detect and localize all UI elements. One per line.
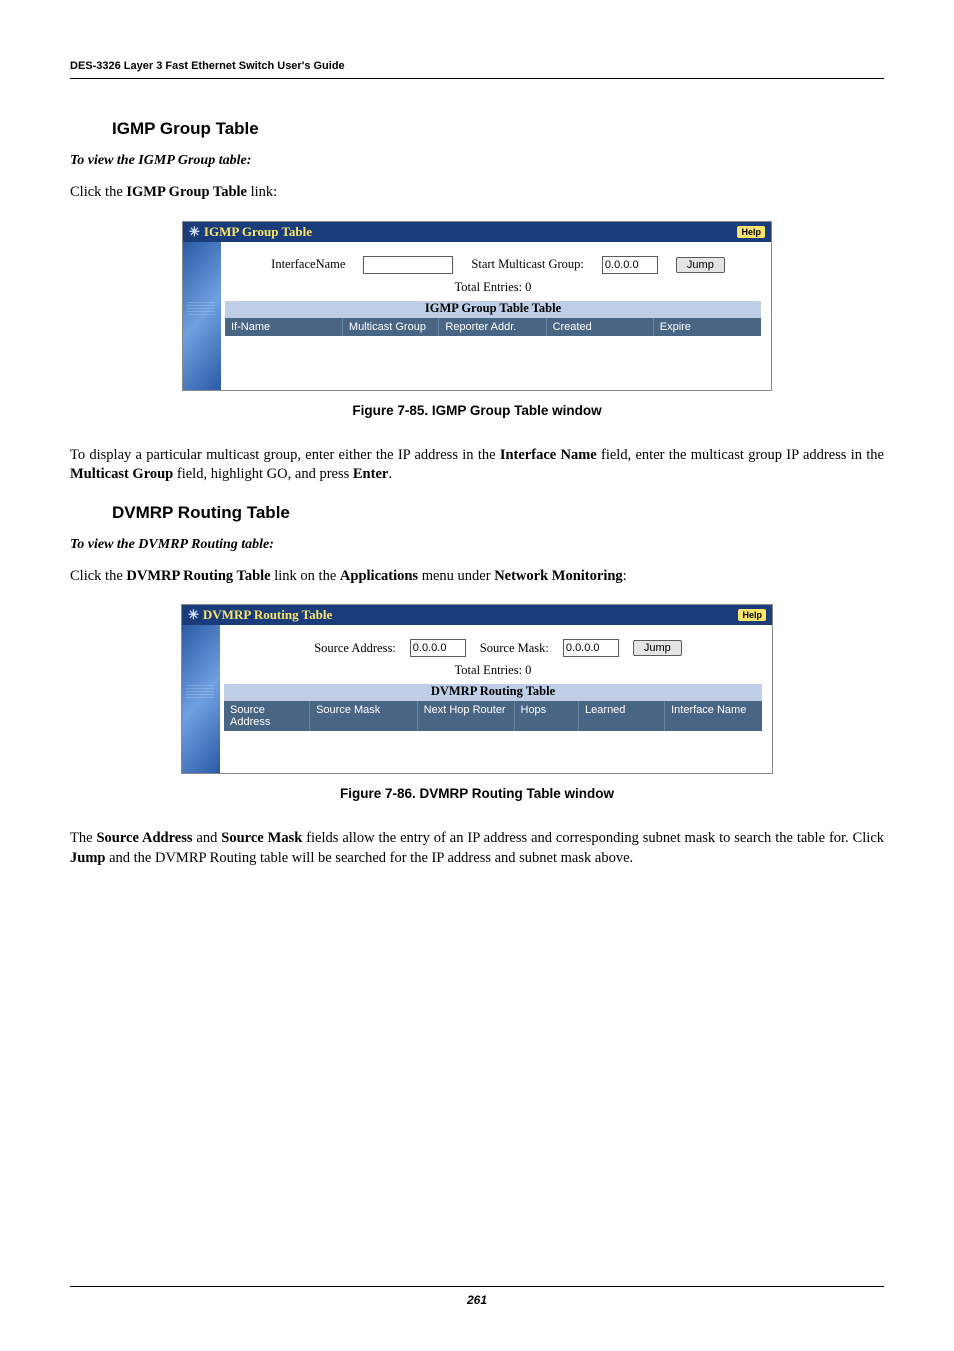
- panel-decoration: [182, 625, 220, 773]
- col-iface: Interface Name: [665, 701, 762, 731]
- dv-intro-pre: Click the: [70, 568, 126, 584]
- dvmrp-table-subheader: DVMRP Routing Table: [224, 684, 762, 701]
- src-addr-input[interactable]: [410, 639, 466, 657]
- src-mask-label: Source Mask:: [480, 641, 549, 656]
- dvmrp-panel-title: DVMRP Routing Table: [203, 607, 739, 623]
- igmp-p3: field, highlight GO, and press: [173, 466, 353, 482]
- col-learned: Learned: [579, 701, 665, 731]
- dv-p3: fields allow the entry of an IP address …: [302, 830, 884, 846]
- col-ifname: If-Name: [225, 318, 343, 336]
- igmp-section-title: IGMP Group Table: [112, 119, 884, 139]
- panel-decoration: [183, 242, 221, 390]
- dvmrp-para: The Source Address and Source Mask field…: [70, 829, 884, 868]
- dv-b2: Source Mask: [221, 830, 302, 846]
- src-mask-input[interactable]: [563, 639, 619, 657]
- dv-p2: and: [193, 830, 222, 846]
- snowflake-icon: ✳: [188, 607, 199, 623]
- dvmrp-panel-head: ✳ DVMRP Routing Table Help: [182, 605, 772, 625]
- dv-b1: Source Address: [96, 830, 192, 846]
- dv-intro-b1: DVMRP Routing Table: [126, 568, 270, 584]
- igmp-intro-post: link:: [247, 184, 277, 200]
- dv-intro-b3: Network Monitoring: [494, 568, 622, 584]
- igmp-p2: field, enter the multicast group IP addr…: [597, 447, 884, 463]
- dvmrp-section-title: DVMRP Routing Table: [112, 503, 884, 523]
- igmp-p4: .: [388, 466, 392, 482]
- dv-intro-b2: Applications: [340, 568, 418, 584]
- jump-button[interactable]: Jump: [633, 640, 682, 656]
- igmp-b2: Multicast Group: [70, 466, 173, 482]
- igmp-intro-bold: IGMP Group Table: [126, 184, 247, 200]
- igmp-intro: Click the IGMP Group Table link:: [70, 183, 884, 203]
- page-footer: 261: [70, 1286, 884, 1307]
- dvmrp-panel: ✳ DVMRP Routing Table Help Source Addres…: [181, 604, 773, 774]
- interface-name-input[interactable]: [363, 256, 453, 274]
- jump-button[interactable]: Jump: [676, 257, 725, 273]
- col-nexthop: Next Hop Router: [418, 701, 515, 731]
- col-hops: Hops: [515, 701, 580, 731]
- igmp-b1: Interface Name: [500, 447, 597, 463]
- igmp-panel-title: IGMP Group Table: [204, 224, 738, 240]
- help-badge[interactable]: Help: [738, 609, 766, 621]
- dv-p4: and the DVMRP Routing table will be sear…: [105, 850, 633, 866]
- dv-intro-post: :: [623, 568, 627, 584]
- col-src-addr: Source Address: [224, 701, 310, 731]
- igmp-p1: To display a particular multicast group,…: [70, 447, 500, 463]
- igmp-subhead: To view the IGMP Group table:: [70, 153, 884, 169]
- dv-p1: The: [70, 830, 96, 846]
- igmp-para: To display a particular multicast group,…: [70, 446, 884, 485]
- col-src-mask: Source Mask: [310, 701, 418, 731]
- igmp-panel-head: ✳ IGMP Group Table Help: [183, 222, 771, 242]
- igmp-table-header: If-Name Multicast Group Reporter Addr. C…: [225, 318, 761, 336]
- dvmrp-intro: Click the DVMRP Routing Table link on th…: [70, 567, 884, 587]
- col-created: Created: [547, 318, 654, 336]
- igmp-total-entries: Total Entries: 0: [225, 280, 761, 295]
- doc-header: DES-3326 Layer 3 Fast Ethernet Switch Us…: [70, 60, 884, 79]
- dv-intro-m1: link on the: [271, 568, 340, 584]
- col-reporter: Reporter Addr.: [439, 318, 546, 336]
- igmp-intro-pre: Click the: [70, 184, 126, 200]
- help-badge[interactable]: Help: [737, 226, 765, 238]
- igmp-table-subheader: IGMP Group Table Table: [225, 301, 761, 318]
- igmp-figure-caption: Figure 7-85. IGMP Group Table window: [70, 403, 884, 418]
- dvmrp-subhead: To view the DVMRP Routing table:: [70, 537, 884, 553]
- col-expire: Expire: [654, 318, 761, 336]
- smg-input[interactable]: [602, 256, 658, 274]
- igmp-panel: ✳ IGMP Group Table Help InterfaceName St…: [182, 221, 772, 391]
- dv-intro-m2: menu under: [418, 568, 494, 584]
- dvmrp-table-header: Source Address Source Mask Next Hop Rout…: [224, 701, 762, 731]
- src-addr-label: Source Address:: [314, 641, 396, 656]
- igmp-b3: Enter: [353, 466, 388, 482]
- col-multicast: Multicast Group: [343, 318, 439, 336]
- dv-b3: Jump: [70, 850, 105, 866]
- interface-name-label: InterfaceName: [271, 257, 345, 272]
- smg-label: Start Multicast Group:: [471, 257, 584, 272]
- dvmrp-figure-caption: Figure 7-86. DVMRP Routing Table window: [70, 786, 884, 801]
- snowflake-icon: ✳: [189, 224, 200, 240]
- dvmrp-total-entries: Total Entries: 0: [224, 663, 762, 678]
